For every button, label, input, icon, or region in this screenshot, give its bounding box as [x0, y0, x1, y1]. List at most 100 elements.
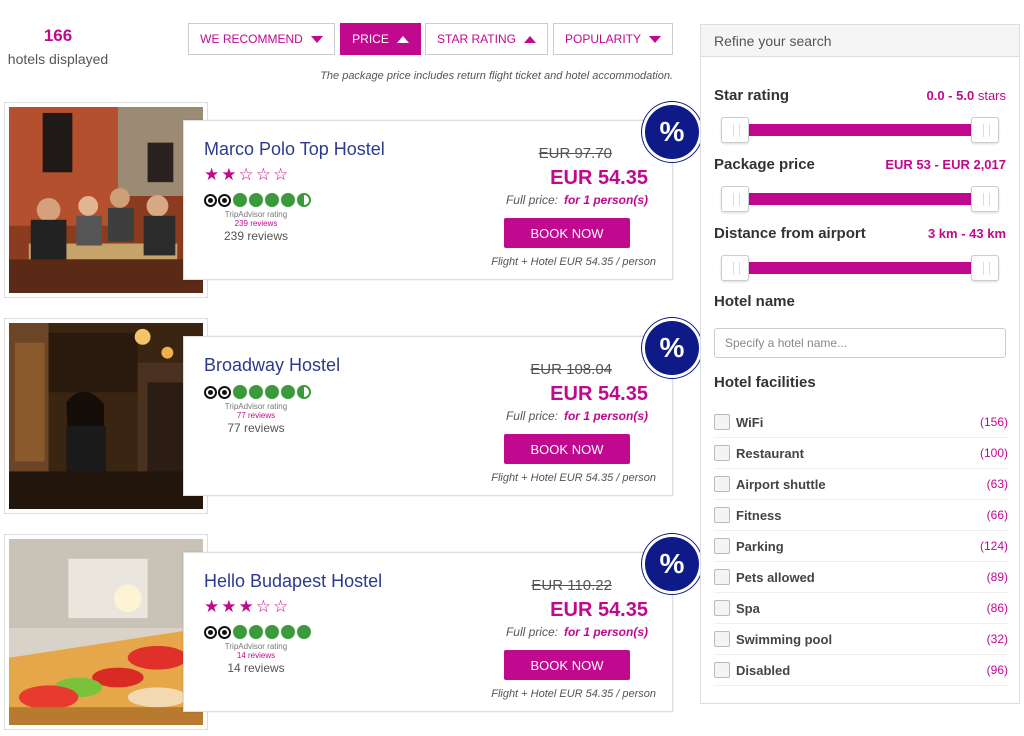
book-now-button[interactable]: BOOK NOW: [504, 650, 630, 680]
percent-badge-icon: %: [645, 105, 699, 159]
checkbox[interactable]: [714, 662, 730, 678]
facility-label: Restaurant: [736, 445, 804, 461]
star-rating-label: Star rating: [714, 87, 790, 104]
facility-restaurant[interactable]: Restaurant (100): [714, 438, 1008, 469]
rating-bubble-icon: [297, 193, 311, 207]
tripadvisor-review-link[interactable]: 14 reviews: [204, 651, 308, 660]
triangle-down-icon: [649, 35, 662, 43]
slider-min-handle[interactable]: [721, 255, 749, 281]
facility-count: (156): [979, 415, 1008, 429]
hotel-count: 166: [43, 26, 73, 45]
review-count: 239 reviews: [223, 229, 289, 243]
rating-bubble-icon: [297, 625, 311, 639]
checkbox[interactable]: [714, 476, 730, 492]
hotel-photo[interactable]: [4, 318, 208, 514]
facility-disabled[interactable]: Disabled (96): [714, 655, 1008, 686]
percent-badge-icon: %: [645, 537, 699, 591]
facility-count: (32): [986, 632, 1008, 646]
full-price-label: Full price:: [505, 625, 558, 639]
rating-bubble-icon: [249, 385, 263, 399]
hotel-photo[interactable]: [4, 534, 208, 730]
package-price-note: The package price includes return flight…: [320, 70, 673, 82]
full-price: Full price: for 1 person(s): [506, 625, 648, 639]
tripadvisor-owl-icon: [204, 193, 231, 207]
facility-label: Parking: [736, 538, 784, 554]
hotel-name-link[interactable]: Hello Budapest Hostel: [204, 571, 382, 592]
facility-label: Fitness: [736, 507, 782, 523]
sort-star-rating-button[interactable]: STAR RATING: [425, 23, 548, 55]
facility-airport-shuttle[interactable]: Airport shuttle (63): [714, 469, 1008, 500]
rating-bubble-icon: [297, 385, 311, 399]
facility-swimming-pool[interactable]: Swimming pool (32): [714, 624, 1008, 655]
facility-wifi[interactable]: WiFi (156): [714, 407, 1008, 438]
sort-price-button[interactable]: PRICE: [340, 23, 421, 55]
slider-max-handle[interactable]: [971, 117, 999, 143]
full-price-value: for 1 person(s): [563, 409, 648, 423]
rating-bubble-icon: [281, 193, 295, 207]
sort-popularity-button[interactable]: POPULARITY: [553, 23, 673, 55]
triangle-up-icon: [396, 35, 409, 43]
new-price: EUR 54.35: [550, 599, 648, 621]
distance-slider[interactable]: [721, 255, 999, 281]
checkbox[interactable]: [714, 414, 730, 430]
slider-max-handle[interactable]: [971, 186, 999, 212]
new-price: EUR 54.35: [550, 167, 648, 189]
rating-bubble-icon: [265, 385, 279, 399]
tripadvisor-review-link[interactable]: 239 reviews: [204, 219, 308, 228]
hotel-name-filter: Hotel name: [714, 293, 1006, 310]
facility-count: (63): [986, 477, 1008, 491]
sort-we-recommend-button[interactable]: WE RECOMMEND: [188, 23, 335, 55]
flight-hotel-price: Flight + Hotel EUR 54.35 / person: [491, 688, 656, 700]
star-rating-slider[interactable]: [721, 117, 999, 143]
results-count: 166 hotels displayed: [0, 26, 116, 67]
rating-bubble-icon: [281, 385, 295, 399]
facilities-filter: Hotel facilities: [714, 374, 1006, 391]
hotel-photo[interactable]: [4, 102, 208, 298]
hotel-result: Marco Polo Top Hostel ★★☆☆☆ TripAdvisor …: [4, 102, 699, 302]
checkbox[interactable]: [714, 445, 730, 461]
facility-fitness[interactable]: Fitness (66): [714, 500, 1008, 531]
checkbox[interactable]: [714, 569, 730, 585]
slider-min-handle[interactable]: [721, 117, 749, 143]
book-now-button[interactable]: BOOK NOW: [504, 218, 630, 248]
full-price: Full price: for 1 person(s): [506, 409, 648, 423]
facility-label: Disabled: [736, 662, 791, 678]
hotel-name-link[interactable]: Marco Polo Top Hostel: [204, 139, 385, 160]
tripadvisor-owl-icon: [204, 625, 231, 639]
rating-bubble-icon: [233, 625, 247, 639]
checkbox[interactable]: [714, 507, 730, 523]
facility-pets-allowed[interactable]: Pets allowed (89): [714, 562, 1008, 593]
hotel-photo-image: [9, 107, 203, 293]
sort-label: WE RECOMMEND: [200, 32, 303, 46]
new-price: EUR 54.35: [550, 383, 648, 405]
hotel-name-input[interactable]: [714, 328, 1006, 358]
facility-spa[interactable]: Spa (86): [714, 593, 1008, 624]
full-price: Full price: for 1 person(s): [506, 193, 648, 207]
star-rating-range: 0.0 - 5.0: [926, 88, 975, 103]
checkbox[interactable]: [714, 538, 730, 554]
hotel-name-link[interactable]: Broadway Hostel: [204, 355, 340, 376]
tripadvisor-review-link[interactable]: 77 reviews: [204, 411, 308, 420]
checkbox[interactable]: [714, 600, 730, 616]
star-rating-filter: Star rating 0.0 - 5.0 stars: [714, 87, 1006, 104]
package-price-filter: Package price EUR 53 - EUR 2,017: [714, 156, 1006, 173]
facility-parking[interactable]: Parking (124): [714, 531, 1008, 562]
package-price-slider[interactable]: [721, 186, 999, 212]
facility-label: WiFi: [736, 414, 764, 430]
book-now-button[interactable]: BOOK NOW: [504, 434, 630, 464]
facility-label: Spa: [736, 600, 760, 616]
hotel-count-label: hotels displayed: [7, 51, 109, 67]
percent-badge-icon: %: [645, 321, 699, 375]
slider-min-handle[interactable]: [721, 186, 749, 212]
slider-range-bar: [731, 124, 989, 136]
slider-max-handle[interactable]: [971, 255, 999, 281]
checkbox[interactable]: [714, 631, 730, 647]
full-price-value: for 1 person(s): [563, 625, 648, 639]
old-price: EUR 110.22: [531, 577, 612, 594]
flight-hotel-price: Flight + Hotel EUR 54.35 / person: [491, 472, 656, 484]
facility-label: Pets allowed: [736, 569, 815, 585]
review-count: 14 reviews: [227, 661, 285, 675]
rating-bubble-icon: [281, 625, 295, 639]
hotel-photo-image: [9, 323, 203, 509]
facility-count: (96): [986, 663, 1008, 677]
